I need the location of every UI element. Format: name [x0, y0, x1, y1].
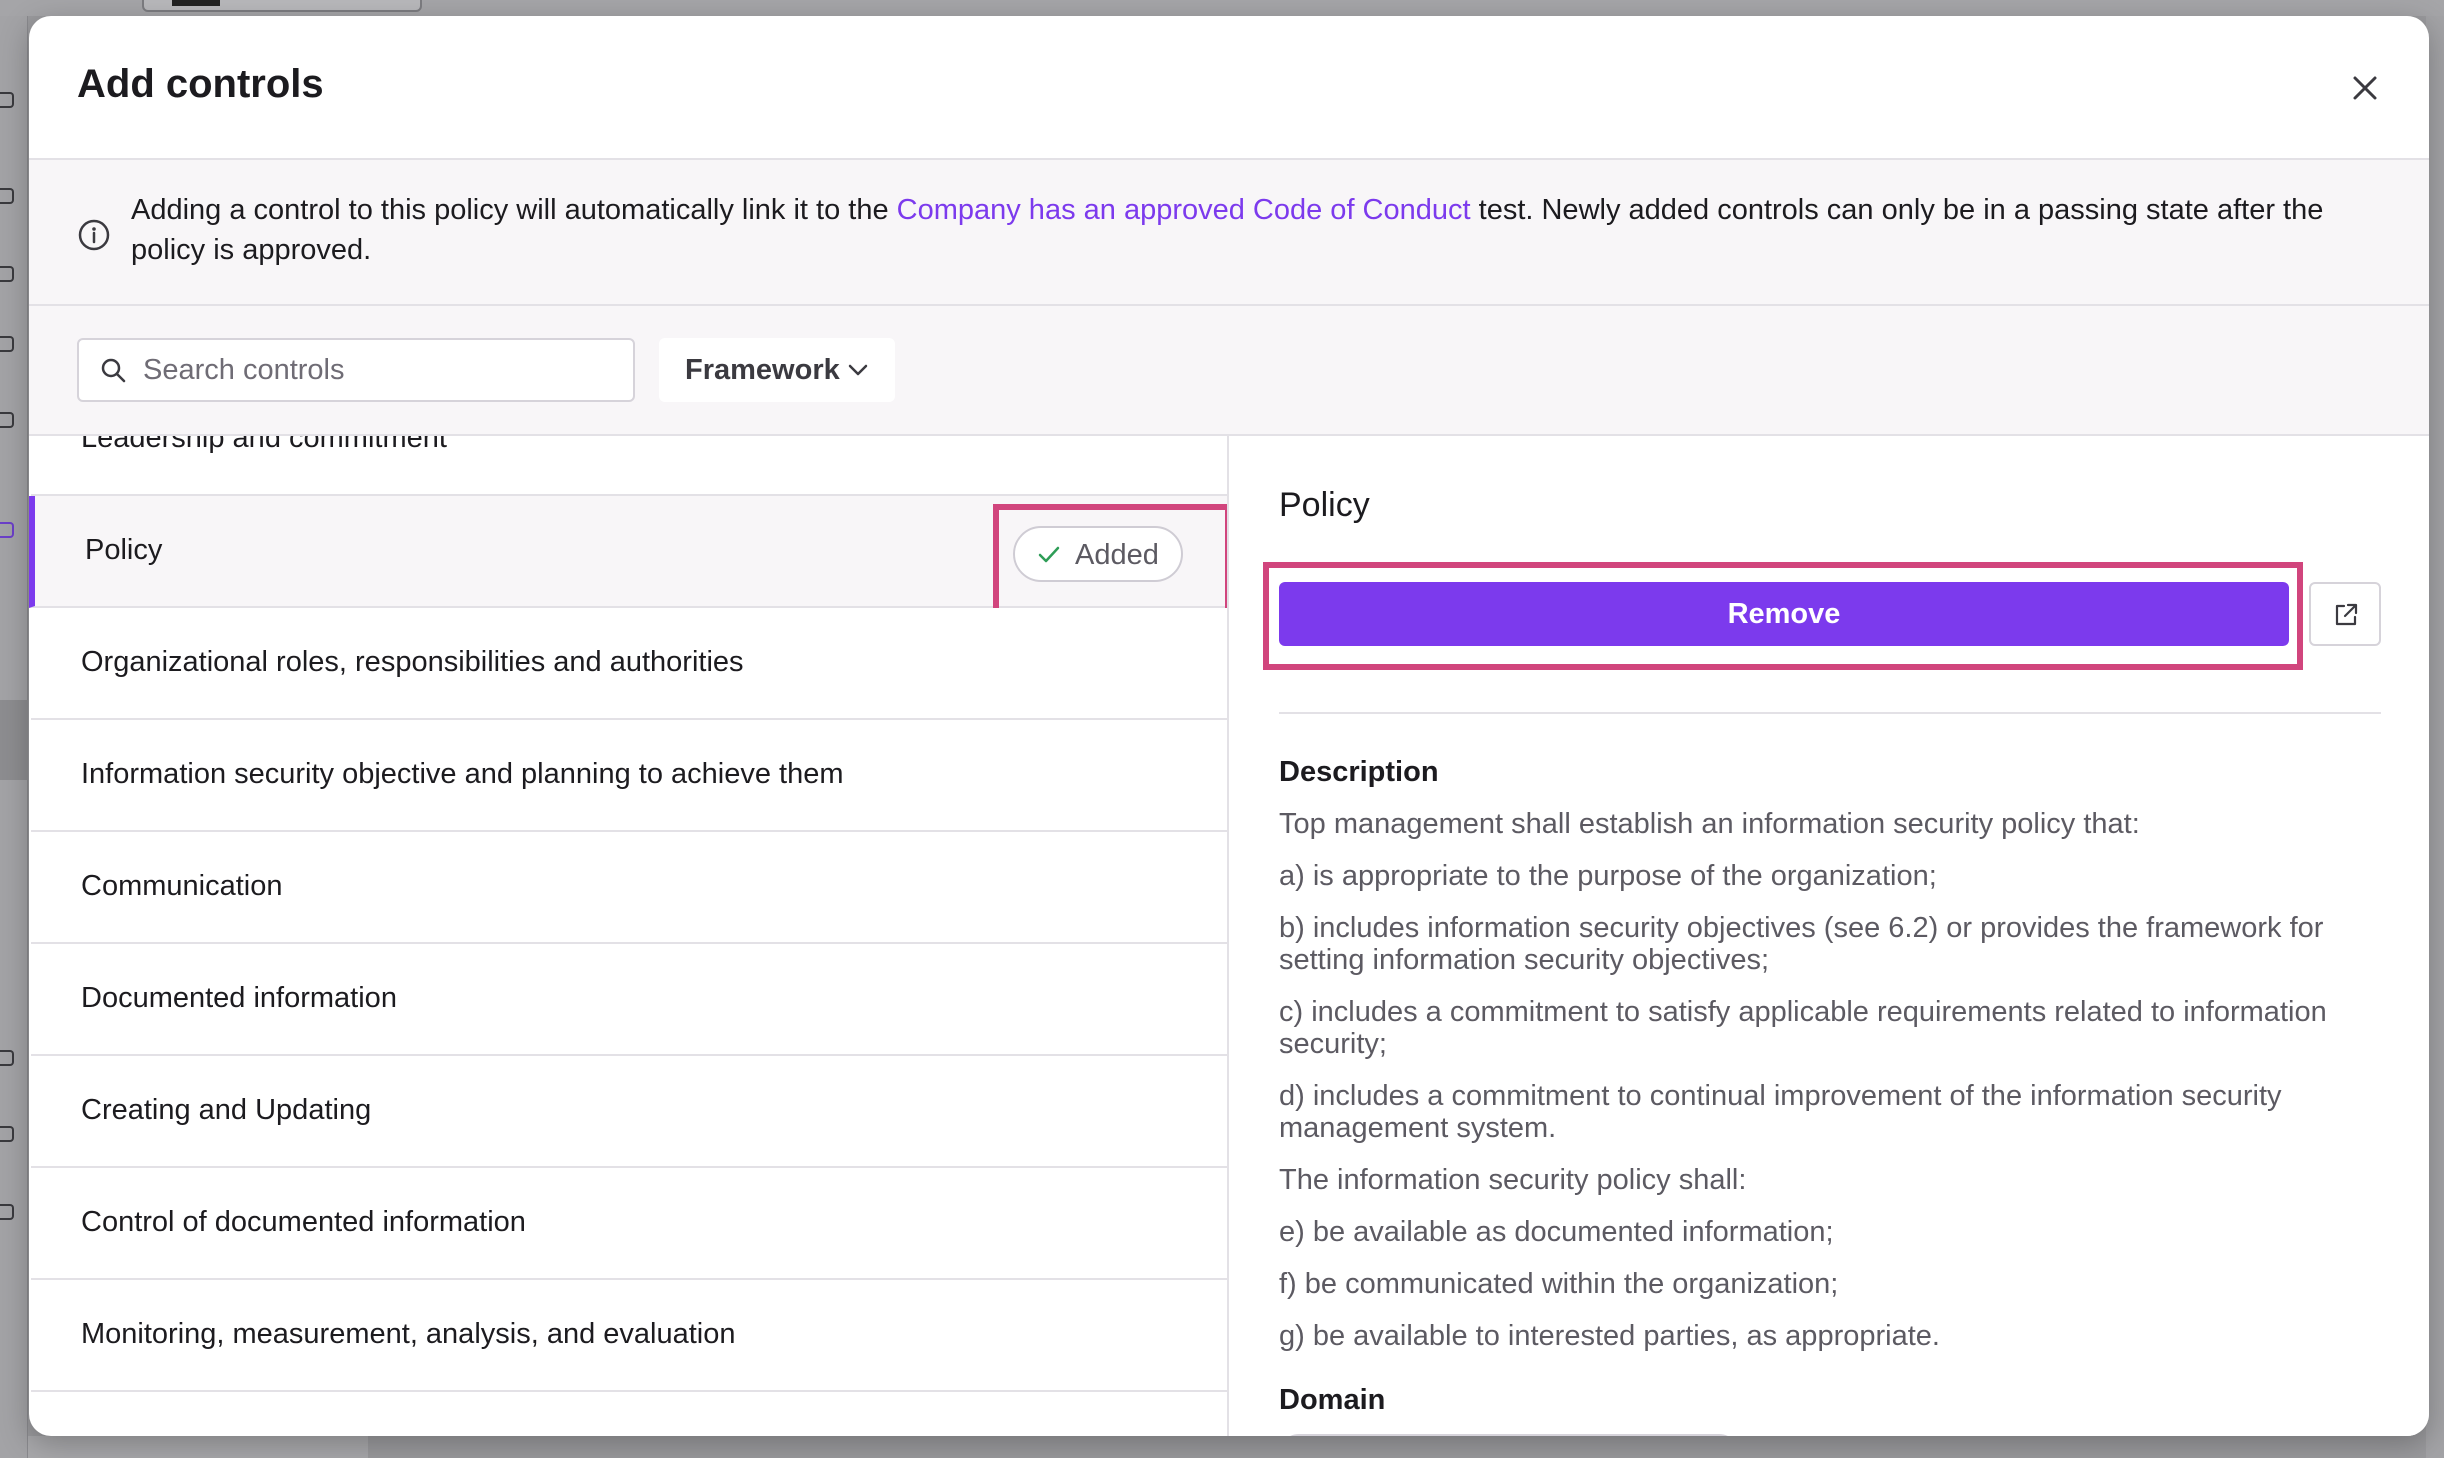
domain-tag: [1279, 1434, 1739, 1436]
framework-filter-button[interactable]: Framework: [659, 338, 895, 402]
close-button[interactable]: [2345, 68, 2385, 108]
description-line: e) be available as documented informatio…: [1279, 1216, 1834, 1248]
info-banner-text: Adding a control to this policy will aut…: [131, 190, 2401, 270]
domain-heading: Domain: [1279, 1384, 1386, 1416]
list-item-label: Monitoring, measurement, analysis, and e…: [81, 1318, 736, 1350]
info-icon: [78, 219, 110, 251]
control-detail-title: Policy: [1279, 486, 1370, 524]
list-item-label: Communication: [81, 870, 283, 902]
check-icon: [1038, 546, 1060, 563]
list-item-label: Control of documented information: [81, 1206, 526, 1238]
list-item-label: Policy: [85, 534, 163, 566]
background-tab-marker: [172, 0, 220, 6]
background-list-icon: [0, 336, 14, 352]
search-input[interactable]: [143, 340, 623, 400]
framework-filter-label: Framework: [685, 353, 840, 386]
background-doc-icon: [0, 1126, 14, 1142]
remove-button[interactable]: Remove: [1279, 582, 2289, 646]
background-nav-icon: [0, 266, 14, 282]
list-item[interactable]: Documented information: [31, 944, 1227, 1056]
info-banner: Adding a control to this policy will aut…: [29, 160, 2429, 306]
description-line: The information security policy shall:: [1279, 1164, 1747, 1196]
controls-list: Leadership and commitment Policy Added O…: [29, 436, 1229, 1436]
added-status-label: Added: [1075, 539, 1159, 571]
list-item-label: Information security objective and plann…: [81, 758, 844, 790]
code-of-conduct-test-link[interactable]: Company has an approved Code of Conduct: [897, 194, 1471, 226]
detail-divider: [1279, 712, 2381, 714]
control-detail-pane: Policy Remove Description Top management…: [1231, 436, 2429, 1436]
list-item-label: Creating and Updating: [81, 1094, 372, 1126]
close-icon: [2353, 76, 2377, 100]
list-item-selected[interactable]: Policy Added: [29, 496, 1227, 614]
background-doc-icon: [0, 412, 14, 428]
background-active-icon: [0, 522, 14, 538]
list-item[interactable]: Leadership and commitment: [31, 436, 1227, 496]
toolbar: Framework: [29, 306, 2429, 436]
search-box: [77, 338, 635, 402]
description-line: c) includes a commitment to satisfy appl…: [1279, 996, 2327, 1060]
description-line: a) is appropriate to the purpose of the …: [1279, 860, 1937, 892]
background-stack-icon: [0, 1204, 14, 1220]
background-shield-icon: [0, 1050, 14, 1066]
background-nav-icon: [0, 188, 14, 204]
info-text-before: Adding a control to this policy will aut…: [131, 194, 897, 226]
description-line: d) includes a commitment to continual im…: [1279, 1080, 2282, 1144]
list-item[interactable]: Information security objective and plann…: [31, 720, 1227, 832]
background-sidebar-active: [0, 700, 28, 780]
add-controls-modal: Add controls Adding a control to this po…: [29, 16, 2429, 1436]
search-icon: [101, 358, 126, 383]
chevron-down-icon: [848, 364, 868, 376]
list-item[interactable]: Creating and Updating: [31, 1056, 1227, 1168]
description-line: g) be available to interested parties, a…: [1279, 1320, 1940, 1352]
external-link-icon: [2335, 603, 2358, 626]
modal-header: Add controls: [29, 16, 2429, 160]
description-line: b) includes information security objecti…: [1279, 912, 2324, 976]
description-heading: Description: [1279, 756, 1439, 788]
description-line: Top management shall establish an inform…: [1279, 808, 2140, 840]
list-item[interactable]: Communication: [31, 832, 1227, 944]
description-line: f) be communicated within the organizati…: [1279, 1268, 1839, 1300]
list-item[interactable]: Control of documented information: [31, 1168, 1227, 1280]
list-item-label: Leadership and commitment: [81, 436, 447, 454]
list-item-label: Organizational roles, responsibilities a…: [81, 646, 744, 678]
modal-title: Add controls: [77, 62, 324, 106]
background-home-icon: [0, 92, 14, 108]
list-item[interactable]: Organizational roles, responsibilities a…: [31, 608, 1227, 720]
list-item-label: Documented information: [81, 982, 397, 1014]
background-bottom-strip: [28, 1436, 368, 1458]
list-item[interactable]: Monitoring, measurement, analysis, and e…: [31, 1280, 1227, 1392]
added-status-button[interactable]: Added: [1013, 526, 1183, 582]
open-external-button[interactable]: [2309, 582, 2381, 646]
